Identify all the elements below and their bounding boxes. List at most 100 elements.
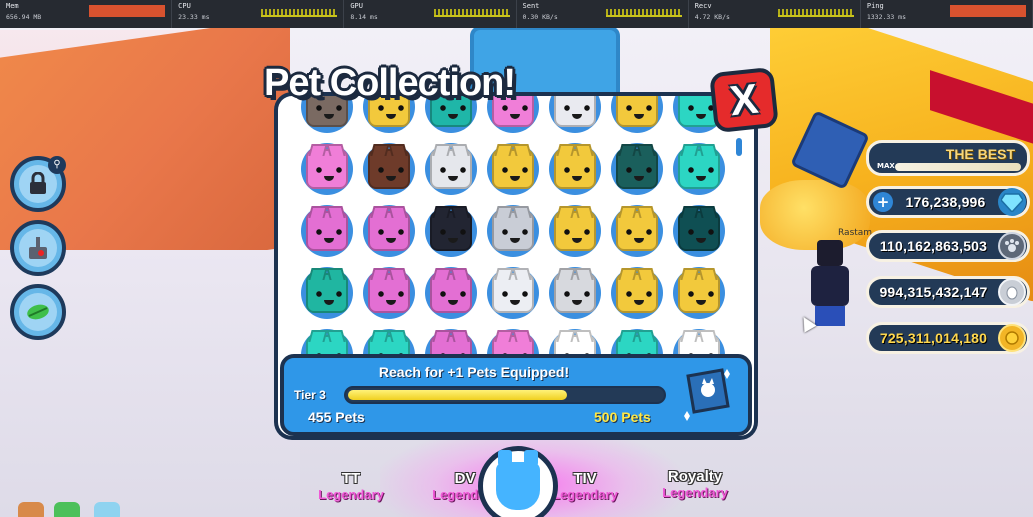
trading-button[interactable] (10, 220, 66, 276)
pet-icon (368, 149, 410, 189)
rank-tier: Legendary (318, 487, 384, 502)
rank-badge[interactable]: THE BEST MAX (866, 140, 1030, 176)
pet-slot[interactable] (668, 138, 730, 200)
pet-icon (368, 273, 410, 313)
pet-icon (306, 211, 348, 251)
pet-icon (306, 273, 348, 313)
rank-progress-bar (895, 163, 1021, 171)
perf-meter (950, 5, 1027, 17)
pet-slot[interactable] (668, 262, 730, 324)
pet-slot-bg (549, 205, 601, 257)
diamonds-counter[interactable]: + 176,238,996 (866, 186, 1030, 218)
scrollbar-thumb[interactable] (736, 138, 742, 156)
tier-label: Tier 3 (294, 388, 326, 402)
hotbar-item[interactable] (54, 502, 80, 517)
pet-slot[interactable] (296, 138, 358, 200)
pet-slot[interactable] (482, 138, 544, 200)
pet-icon (554, 211, 596, 251)
pet-slot-bg (425, 267, 477, 319)
performance-stats-bar: Mem 656.94 MB CPU 23.33 ms GPU 8.14 ms S… (0, 0, 1033, 28)
pet-icon (492, 149, 534, 189)
pet-slot[interactable] (544, 96, 606, 138)
pet-icon (678, 273, 720, 313)
paw-coins-counter[interactable]: 110,162,863,503 (866, 230, 1030, 262)
perf-graph (605, 9, 682, 17)
rank-tier: Legendary (662, 485, 728, 500)
joystick-icon (19, 229, 57, 267)
pet-slot[interactable] (420, 200, 482, 262)
pet-icon (616, 96, 658, 127)
goal-pets-count: 500 Pets (594, 409, 651, 425)
pet-slot-bg (425, 205, 477, 257)
rank-name: Royalty (667, 468, 723, 485)
pet-slot[interactable] (544, 138, 606, 200)
pet-slot-bg (301, 205, 353, 257)
pet-slot-bg (487, 267, 539, 319)
pet-icon (678, 149, 720, 189)
tier-progress-panel: Reach for +1 Pets Equipped! Tier 3 455 P… (280, 354, 752, 436)
pet-slot-bg (363, 205, 415, 257)
inventory-button[interactable]: ⚲ (10, 156, 66, 212)
pet-slot[interactable] (606, 262, 668, 324)
pet-slot[interactable] (420, 138, 482, 200)
gold-coins-counter[interactable]: 725,311,014,180 (866, 322, 1030, 354)
pet-slot-bg (487, 143, 539, 195)
pet-slot-bg (611, 267, 663, 319)
leaf-button[interactable] (10, 284, 66, 340)
pet-slot[interactable] (296, 200, 358, 262)
pet-slot[interactable] (482, 200, 544, 262)
pet-icon (554, 149, 596, 189)
perf-mem: Mem 656.94 MB (0, 0, 173, 28)
pet-slot[interactable] (544, 262, 606, 324)
rank-name: TT (341, 470, 361, 487)
pet-grid (296, 96, 736, 386)
tier-reward-heading: Reach for +1 Pets Equipped! (378, 364, 570, 380)
perf-gpu: GPU 8.14 ms (344, 0, 517, 28)
pet-slot[interactable] (606, 138, 668, 200)
pet-slot-bg (673, 267, 725, 319)
pet-icon (678, 211, 720, 251)
egg-coins-value: 994,315,432,147 (879, 284, 988, 300)
perf-graph (777, 9, 854, 17)
pet-icon (616, 273, 658, 313)
pet-slot[interactable] (358, 200, 420, 262)
pet-slot[interactable] (358, 262, 420, 324)
add-diamonds-button[interactable]: + (873, 192, 893, 212)
pet-slot[interactable] (606, 96, 668, 138)
pet-icon (430, 149, 472, 189)
pet-slot[interactable] (544, 200, 606, 262)
pet-slot[interactable] (668, 200, 730, 262)
pet-icon (554, 96, 596, 127)
pet-icon (430, 273, 472, 313)
pet-slot[interactable] (358, 138, 420, 200)
rank-max-label: MAX (877, 162, 895, 170)
gold-coins-value: 725,311,014,180 (879, 330, 988, 346)
pet-slot[interactable] (482, 262, 544, 324)
pet-slot[interactable] (296, 262, 358, 324)
hotbar-item[interactable] (18, 502, 44, 517)
pet-icon (492, 211, 534, 251)
pet-slot-bg (611, 143, 663, 195)
egg-coins-counter[interactable]: 994,315,432,147 (866, 276, 1030, 308)
perf-graph (261, 9, 338, 17)
player-avatar[interactable] (805, 240, 855, 330)
rank-title: THE BEST (945, 146, 1015, 162)
pet-icon (616, 149, 658, 189)
rank-tt: TT Legendary (306, 470, 396, 502)
pet-flag-icon (678, 366, 734, 426)
pet-icon (492, 273, 534, 313)
pet-slot[interactable] (420, 262, 482, 324)
perf-cpu: CPU 23.33 ms (172, 0, 345, 28)
pet-slot[interactable] (606, 200, 668, 262)
pet-slot-bg (549, 143, 601, 195)
pets-menu-button[interactable] (478, 446, 558, 517)
egg-coin-icon (998, 278, 1026, 306)
hotbar-item[interactable] (94, 502, 120, 517)
close-button[interactable]: X (709, 66, 779, 134)
pet-slot-bg (673, 143, 725, 195)
perf-sent: Sent 0.30 KB/s (517, 0, 689, 28)
pet-icon (616, 211, 658, 251)
pet-slot-bg (363, 143, 415, 195)
pet-icon (554, 273, 596, 313)
paw-coin-icon (998, 232, 1026, 260)
